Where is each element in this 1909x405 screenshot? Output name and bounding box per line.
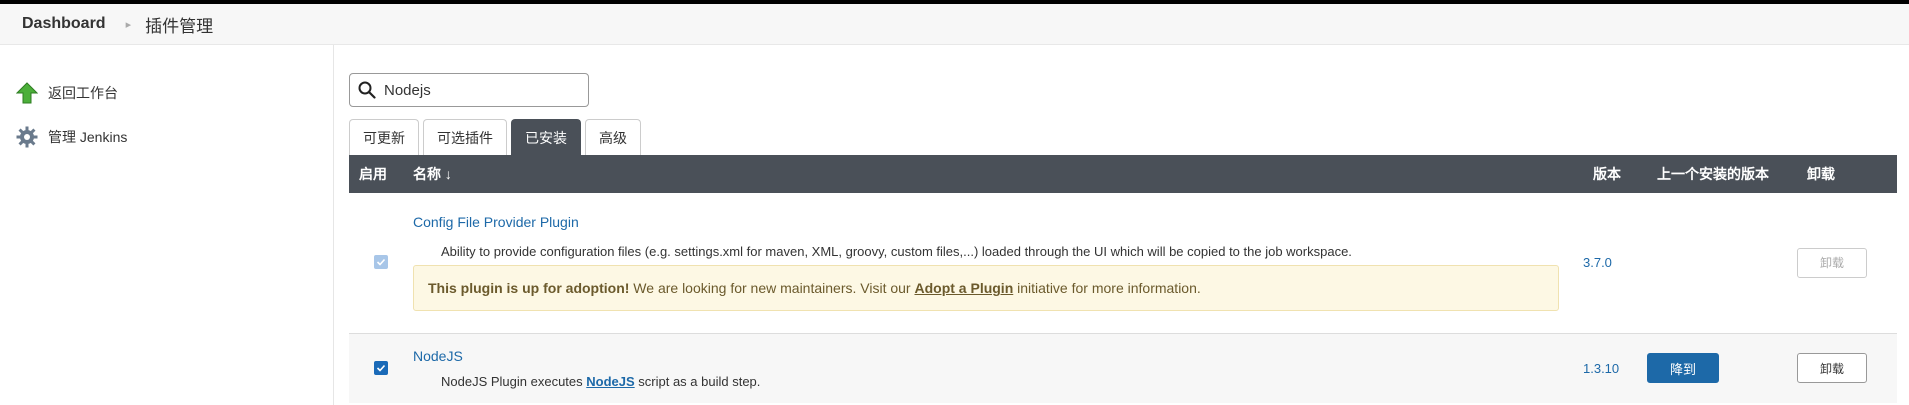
tab-bar: 可更新 可选插件 已安装 高级	[349, 119, 1909, 155]
plugin-name-link[interactable]: Config File Provider Plugin	[413, 214, 1583, 230]
plugins-table: 启用 名称 ↓ 版本 上一个安装的版本 卸载 Config File Provi…	[349, 155, 1897, 403]
header-previous-version[interactable]: 上一个安装的版本	[1647, 155, 1797, 193]
adoption-text-end: initiative for more information.	[1013, 280, 1201, 297]
enable-checkbox[interactable]	[374, 360, 388, 375]
plugin-version: 1.3.10	[1583, 360, 1620, 376]
up-arrow-icon	[16, 82, 38, 104]
sidebar-item-label: 管理 Jenkins	[48, 129, 128, 145]
table-row: NodeJS NodeJS Plugin executes NodeJS scr…	[349, 333, 1897, 403]
tab-updates[interactable]: 可更新	[349, 119, 419, 155]
enable-checkbox	[374, 255, 388, 270]
header-name[interactable]: 名称 ↓	[413, 155, 1583, 193]
previous-version	[1647, 193, 1797, 333]
header-version[interactable]: 版本	[1583, 155, 1647, 193]
adopt-a-plugin-link[interactable]: Adopt a Plugin	[914, 280, 1013, 296]
search-icon	[358, 81, 376, 99]
search-box[interactable]	[349, 73, 589, 107]
breadcrumb: Dashboard ▸ 插件管理	[0, 4, 1909, 45]
desc-prefix: NodeJS Plugin executes	[441, 373, 587, 389]
desc-suffix: script as a build step.	[634, 373, 761, 389]
tab-installed[interactable]: 已安装	[511, 119, 581, 155]
adoption-notice: This plugin is up for adoption! We are l…	[413, 265, 1559, 312]
plugin-description: NodeJS Plugin executes NodeJS script as …	[413, 374, 1583, 389]
header-enabled[interactable]: 启用	[349, 155, 413, 193]
breadcrumb-separator-icon: ▸	[125, 18, 132, 31]
sidebar-item-manage-jenkins[interactable]: 管理 Jenkins	[0, 115, 333, 159]
adoption-text: We are looking for new maintainers. Visi…	[629, 280, 915, 297]
search-input[interactable]	[384, 81, 574, 99]
breadcrumb-current: 插件管理	[145, 16, 214, 36]
plugin-version: 3.7.0	[1583, 255, 1612, 271]
main-content: 可更新 可选插件 已安装 高级 启用 名称 ↓ 版本 上一个安装的版本 卸载	[334, 45, 1909, 405]
tab-advanced[interactable]: 高级	[585, 119, 641, 155]
plugin-description: Ability to provide configuration files (…	[441, 244, 1352, 260]
tab-available[interactable]: 可选插件	[423, 119, 507, 155]
header-uninstall[interactable]: 卸载	[1797, 155, 1897, 193]
sidebar-item-label: 返回工作台	[48, 85, 118, 101]
downgrade-button[interactable]: 降到	[1647, 353, 1719, 384]
breadcrumb-dashboard-link[interactable]: Dashboard	[22, 15, 106, 33]
uninstall-button[interactable]: 卸载	[1797, 353, 1867, 384]
uninstall-button: 卸载	[1797, 247, 1867, 278]
table-header-row: 启用 名称 ↓ 版本 上一个安装的版本 卸载	[349, 155, 1897, 193]
nodejs-link[interactable]: NodeJS	[586, 374, 634, 389]
sidebar-item-back-to-dashboard[interactable]: 返回工作台	[0, 71, 333, 115]
plugin-name-link[interactable]: NodeJS	[413, 348, 1583, 364]
gear-icon	[16, 126, 38, 148]
adoption-bold: This plugin is up for adoption!	[428, 280, 630, 297]
sidebar: 返回工作台 管理 Jenkins	[0, 45, 334, 405]
table-row: Config File Provider Plugin Ability to p…	[349, 193, 1897, 333]
